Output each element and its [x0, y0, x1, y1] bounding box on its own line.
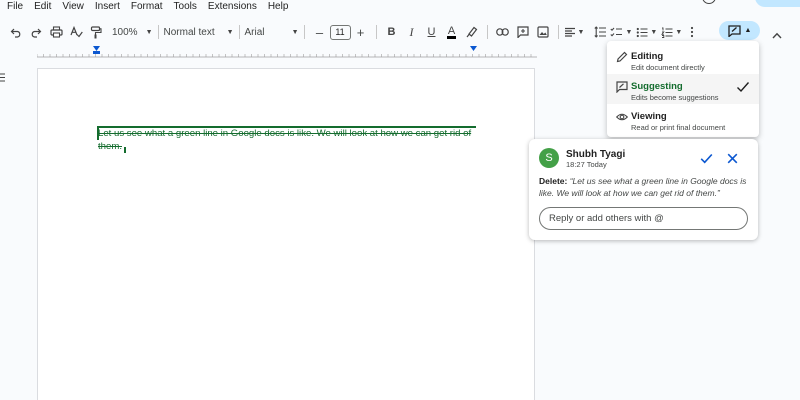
- bold-button[interactable]: B: [382, 22, 402, 42]
- underline-button[interactable]: U: [422, 22, 442, 42]
- menu-insert[interactable]: Insert: [88, 0, 120, 14]
- style-select[interactable]: Normal text ▼: [164, 22, 234, 42]
- mode-description: Edits become suggestions: [631, 93, 719, 102]
- caret-down-icon: ▼: [226, 28, 234, 36]
- menu-file[interactable]: File: [0, 0, 23, 14]
- suggestion-action: Delete:: [539, 176, 568, 186]
- align-icon: [564, 27, 575, 37]
- caret-down-icon: ▼: [650, 28, 658, 36]
- horizontal-ruler[interactable]: [37, 46, 537, 58]
- mode-item-suggesting[interactable]: Suggesting Edits become suggestions: [607, 74, 759, 104]
- align-select[interactable]: ▼: [564, 22, 585, 42]
- menu-extensions[interactable]: Extensions: [201, 0, 257, 14]
- divider: [557, 25, 559, 39]
- suggest-icon: [616, 81, 628, 93]
- numbered-list-icon: [661, 27, 673, 38]
- menu-format[interactable]: Format: [124, 0, 163, 14]
- vertical-ruler: [0, 70, 8, 88]
- menu-tools[interactable]: Tools: [167, 0, 197, 14]
- checklist-icon: [610, 27, 623, 36]
- close-icon: [727, 153, 738, 164]
- suggestion-end-marker: [124, 147, 126, 153]
- text-color-letter: A: [446, 24, 457, 39]
- mode-title: Viewing: [631, 111, 667, 122]
- check-icon: [737, 82, 750, 93]
- divider: [486, 25, 488, 39]
- menu-help[interactable]: Help: [261, 0, 289, 14]
- style-value: Normal text: [163, 26, 215, 38]
- numbered-list-select[interactable]: ▼: [661, 22, 682, 42]
- more-icon[interactable]: [682, 22, 702, 42]
- suggestion-quote: “Let us see what a green line in Google …: [539, 176, 747, 198]
- italic-button[interactable]: I: [402, 22, 422, 42]
- caret-down-icon: ▼: [145, 28, 153, 36]
- divider: [157, 25, 159, 39]
- reply-input[interactable]: Reply or add others with @: [539, 207, 748, 230]
- bullet-list-icon: [637, 27, 648, 37]
- undo-icon[interactable]: [6, 22, 26, 42]
- caret-up-icon: ▲: [744, 27, 752, 34]
- suggest-mode-icon: [727, 24, 741, 37]
- mode-title: Suggesting: [631, 81, 683, 92]
- mode-description: Read or print final document: [631, 123, 726, 132]
- line-spacing-icon[interactable]: [590, 22, 610, 42]
- divider: [375, 25, 377, 39]
- mode-item-viewing[interactable]: Viewing Read or print final document: [607, 104, 759, 134]
- checklist-select[interactable]: ▼: [610, 22, 632, 42]
- highlight-icon[interactable]: [462, 22, 482, 42]
- divider: [303, 25, 305, 39]
- share-button[interactable]: [755, 0, 800, 7]
- check-icon: [700, 153, 713, 164]
- print-icon[interactable]: [46, 22, 66, 42]
- chevron-up-icon[interactable]: [772, 26, 782, 44]
- suggestion-card[interactable]: S Shubh Tyagi 18:27 Today Delete: “Let u…: [529, 139, 758, 240]
- caret-down-icon: ▼: [577, 28, 585, 36]
- decrease-font-size-button[interactable]: –: [310, 22, 330, 42]
- add-comment-icon[interactable]: [513, 22, 533, 42]
- mode-description: Edit document directly: [631, 63, 705, 72]
- document-page[interactable]: Let us see what a green line in Google d…: [37, 68, 535, 400]
- suggested-deletion-text[interactable]: Let us see what a green line in Google d…: [98, 127, 476, 153]
- eye-icon: [616, 113, 628, 121]
- suggestion-description: Delete: “Let us see what a green line in…: [539, 175, 751, 199]
- pencil-icon: [616, 51, 628, 63]
- author-name: Shubh Tyagi: [566, 149, 626, 160]
- font-size-input[interactable]: 11: [329, 24, 351, 40]
- spellcheck-icon[interactable]: [66, 22, 86, 42]
- bullet-list-select[interactable]: ▼: [636, 22, 657, 42]
- accept-suggestion-button[interactable]: [700, 151, 713, 169]
- caret-down-icon: ▼: [625, 28, 633, 36]
- redo-icon[interactable]: [26, 22, 46, 42]
- caret-down-icon: ▼: [675, 28, 683, 36]
- font-value: Arial: [244, 26, 265, 38]
- menu-edit[interactable]: Edit: [27, 0, 51, 14]
- caret-down-icon: ▼: [291, 28, 299, 36]
- paint-format-icon[interactable]: [86, 22, 106, 42]
- link-icon[interactable]: [493, 22, 513, 42]
- divider: [238, 25, 240, 39]
- image-icon[interactable]: [533, 22, 553, 42]
- menu-bar: File Edit View Insert Format Tools Exten…: [0, 0, 800, 14]
- increase-font-size-button[interactable]: +: [351, 22, 371, 42]
- font-select[interactable]: Arial ▼: [245, 22, 299, 42]
- avatar: S: [539, 148, 559, 168]
- text-color-button[interactable]: A: [442, 22, 462, 42]
- menu-view[interactable]: View: [55, 0, 84, 14]
- mode-item-editing[interactable]: Editing Edit document directly: [607, 44, 759, 74]
- zoom-value: 100%: [112, 26, 138, 38]
- comment-time: 18:27 Today: [566, 160, 607, 169]
- reject-suggestion-button[interactable]: [727, 151, 738, 169]
- mode-title: Editing: [631, 51, 664, 62]
- zoom-select[interactable]: 100% ▼: [112, 22, 153, 42]
- editing-mode-button[interactable]: ▲: [719, 21, 760, 40]
- editing-mode-menu: Editing Edit document directly Suggestin…: [607, 41, 759, 137]
